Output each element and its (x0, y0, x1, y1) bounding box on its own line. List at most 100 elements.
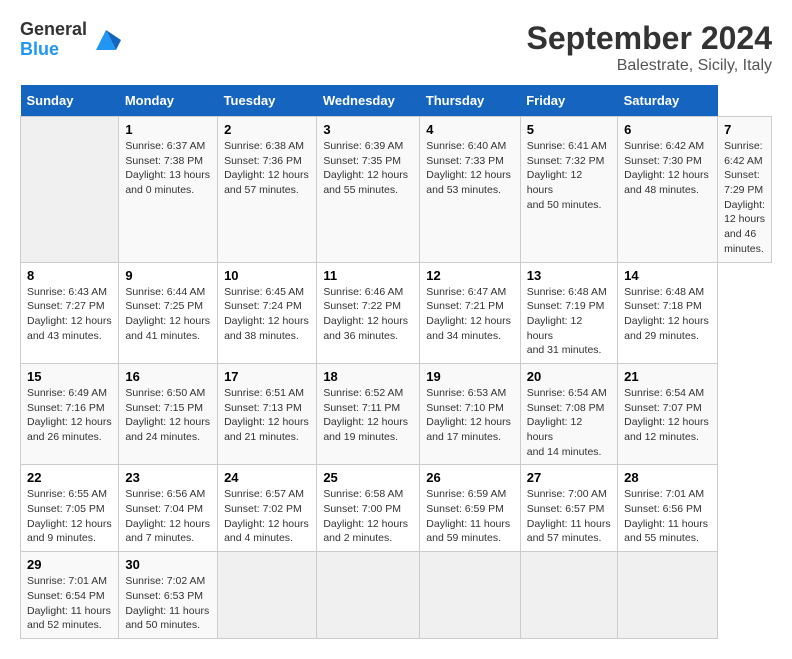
day-info: Sunrise: 6:42 AM Sunset: 7:30 PM Dayligh… (624, 139, 711, 198)
day-info: Sunrise: 6:44 AM Sunset: 7:25 PM Dayligh… (125, 285, 211, 344)
calendar-week-row: 22 Sunrise: 6:55 AM Sunset: 7:05 PM Dayli… (21, 465, 772, 552)
calendar-week-row: 29 Sunrise: 7:01 AM Sunset: 6:54 PM Dayli… (21, 552, 772, 639)
calendar-day-cell: 3 Sunrise: 6:39 AM Sunset: 7:35 PM Daylig… (317, 117, 420, 263)
day-number: 8 (27, 268, 112, 283)
day-number: 20 (527, 369, 611, 384)
title-section: September 2024 Balestrate, Sicily, Italy (527, 20, 772, 75)
calendar-day-cell: 21 Sunrise: 6:54 AM Sunset: 7:07 PM Dayli… (618, 363, 718, 464)
day-number: 7 (724, 122, 765, 137)
day-info: Sunrise: 6:39 AM Sunset: 7:35 PM Dayligh… (323, 139, 413, 198)
calendar-day-cell: 7Sunrise: 6:42 AM Sunset: 7:29 PM Daylig… (718, 117, 772, 263)
month-title: September 2024 (527, 20, 772, 57)
calendar-day-cell: 24Sunrise: 6:57 AM Sunset: 7:02 PM Dayli… (218, 465, 317, 552)
calendar-day-cell: 2Sunrise: 6:38 AM Sunset: 7:36 PM Daylig… (218, 117, 317, 263)
calendar-day-cell (520, 552, 617, 639)
day-number: 30 (125, 557, 211, 572)
day-number: 25 (323, 470, 413, 485)
day-info: Sunrise: 6:43 AM Sunset: 7:27 PM Dayligh… (27, 285, 112, 344)
header-saturday: Saturday (618, 85, 718, 117)
day-info: Sunrise: 6:48 AM Sunset: 7:18 PM Dayligh… (624, 285, 711, 344)
calendar-day-cell (317, 552, 420, 639)
calendar-day-cell: 25 Sunrise: 6:58 AM Sunset: 7:00 PM Dayli… (317, 465, 420, 552)
header-sunday: Sunday (21, 85, 119, 117)
day-number: 6 (624, 122, 711, 137)
day-number: 29 (27, 557, 112, 572)
calendar-day-cell (218, 552, 317, 639)
day-info: Sunrise: 6:47 AM Sunset: 7:21 PM Dayligh… (426, 285, 513, 344)
calendar-day-cell: 8 Sunrise: 6:43 AM Sunset: 7:27 PM Daylig… (21, 262, 119, 363)
day-info: Sunrise: 7:00 AM Sunset: 6:57 PM Dayligh… (527, 487, 611, 546)
day-info: Sunrise: 6:54 AM Sunset: 7:08 PM Dayligh… (527, 386, 611, 459)
day-number: 23 (125, 470, 211, 485)
day-info: Sunrise: 6:46 AM Sunset: 7:22 PM Dayligh… (323, 285, 413, 344)
calendar-day-cell: 4 Sunrise: 6:40 AM Sunset: 7:33 PM Daylig… (420, 117, 520, 263)
day-number: 21 (624, 369, 711, 384)
calendar-day-cell: 15 Sunrise: 6:49 AM Sunset: 7:16 PM Dayli… (21, 363, 119, 464)
header-wednesday: Wednesday (317, 85, 420, 117)
calendar-day-cell: 30 Sunrise: 7:02 AM Sunset: 6:53 PM Dayli… (119, 552, 218, 639)
day-info: Sunrise: 6:54 AM Sunset: 7:07 PM Dayligh… (624, 386, 711, 445)
calendar-day-cell: 18 Sunrise: 6:52 AM Sunset: 7:11 PM Dayli… (317, 363, 420, 464)
logo-blue: Blue (20, 40, 87, 60)
calendar-day-cell: 29 Sunrise: 7:01 AM Sunset: 6:54 PM Dayli… (21, 552, 119, 639)
day-number: 3 (323, 122, 413, 137)
day-number: 5 (527, 122, 611, 137)
day-number: 28 (624, 470, 711, 485)
calendar-day-cell: 14 Sunrise: 6:48 AM Sunset: 7:18 PM Dayli… (618, 262, 718, 363)
day-info: Sunrise: 6:41 AM Sunset: 7:32 PM Dayligh… (527, 139, 611, 212)
calendar-day-cell: 12 Sunrise: 6:47 AM Sunset: 7:21 PM Dayli… (420, 262, 520, 363)
page-header: General Blue September 2024 Balestrate, … (20, 20, 772, 75)
day-number: 1 (125, 122, 211, 137)
day-info: Sunrise: 6:53 AM Sunset: 7:10 PM Dayligh… (426, 386, 513, 445)
day-number: 22 (27, 470, 112, 485)
day-info: Sunrise: 6:50 AM Sunset: 7:15 PM Dayligh… (125, 386, 211, 445)
day-info: Sunrise: 7:01 AM Sunset: 6:54 PM Dayligh… (27, 574, 112, 633)
header-monday: Monday (119, 85, 218, 117)
header-tuesday: Tuesday (218, 85, 317, 117)
day-number: 12 (426, 268, 513, 283)
calendar-week-row: 1Sunrise: 6:37 AM Sunset: 7:38 PM Daylig… (21, 117, 772, 263)
calendar-day-cell: 10 Sunrise: 6:45 AM Sunset: 7:24 PM Dayli… (218, 262, 317, 363)
day-number: 19 (426, 369, 513, 384)
day-number: 24 (224, 470, 310, 485)
calendar-day-cell: 13Sunrise: 6:48 AM Sunset: 7:19 PM Dayli… (520, 262, 617, 363)
day-number: 11 (323, 268, 413, 283)
day-number: 26 (426, 470, 513, 485)
calendar-day-cell: 5 Sunrise: 6:41 AM Sunset: 7:32 PM Daylig… (520, 117, 617, 263)
weekday-header-row: Sunday Monday Tuesday Wednesday Thursday… (21, 85, 772, 117)
day-number: 10 (224, 268, 310, 283)
logo-icon (91, 25, 121, 55)
day-info: Sunrise: 6:45 AM Sunset: 7:24 PM Dayligh… (224, 285, 310, 344)
calendar-day-cell: 16 Sunrise: 6:50 AM Sunset: 7:15 PM Dayli… (119, 363, 218, 464)
day-info: Sunrise: 6:51 AM Sunset: 7:13 PM Dayligh… (224, 386, 310, 445)
day-number: 9 (125, 268, 211, 283)
day-info: Sunrise: 6:40 AM Sunset: 7:33 PM Dayligh… (426, 139, 513, 198)
calendar-week-row: 8 Sunrise: 6:43 AM Sunset: 7:27 PM Daylig… (21, 262, 772, 363)
day-info: Sunrise: 6:48 AM Sunset: 7:19 PM Dayligh… (527, 285, 611, 358)
calendar-day-cell: 28Sunrise: 7:01 AM Sunset: 6:56 PM Dayli… (618, 465, 718, 552)
day-info: Sunrise: 6:55 AM Sunset: 7:05 PM Dayligh… (27, 487, 112, 546)
day-info: Sunrise: 6:52 AM Sunset: 7:11 PM Dayligh… (323, 386, 413, 445)
calendar-day-cell: 17Sunrise: 6:51 AM Sunset: 7:13 PM Dayli… (218, 363, 317, 464)
day-info: Sunrise: 6:59 AM Sunset: 6:59 PM Dayligh… (426, 487, 513, 546)
day-info: Sunrise: 6:49 AM Sunset: 7:16 PM Dayligh… (27, 386, 112, 445)
calendar-day-cell: 1Sunrise: 6:37 AM Sunset: 7:38 PM Daylig… (119, 117, 218, 263)
calendar-day-cell (21, 117, 119, 263)
day-info: Sunrise: 6:58 AM Sunset: 7:00 PM Dayligh… (323, 487, 413, 546)
day-number: 18 (323, 369, 413, 384)
calendar-table: Sunday Monday Tuesday Wednesday Thursday… (20, 85, 772, 639)
day-number: 27 (527, 470, 611, 485)
calendar-day-cell: 26 Sunrise: 6:59 AM Sunset: 6:59 PM Dayli… (420, 465, 520, 552)
calendar-day-cell: 19 Sunrise: 6:53 AM Sunset: 7:10 PM Dayli… (420, 363, 520, 464)
day-number: 14 (624, 268, 711, 283)
day-number: 4 (426, 122, 513, 137)
day-info: Sunrise: 6:56 AM Sunset: 7:04 PM Dayligh… (125, 487, 211, 546)
subtitle: Balestrate, Sicily, Italy (527, 57, 772, 75)
calendar-day-cell: 9 Sunrise: 6:44 AM Sunset: 7:25 PM Daylig… (119, 262, 218, 363)
header-friday: Friday (520, 85, 617, 117)
calendar-day-cell (618, 552, 718, 639)
day-number: 15 (27, 369, 112, 384)
calendar-day-cell: 20 Sunrise: 6:54 AM Sunset: 7:08 PM Dayli… (520, 363, 617, 464)
day-info: Sunrise: 7:02 AM Sunset: 6:53 PM Dayligh… (125, 574, 211, 633)
day-number: 16 (125, 369, 211, 384)
